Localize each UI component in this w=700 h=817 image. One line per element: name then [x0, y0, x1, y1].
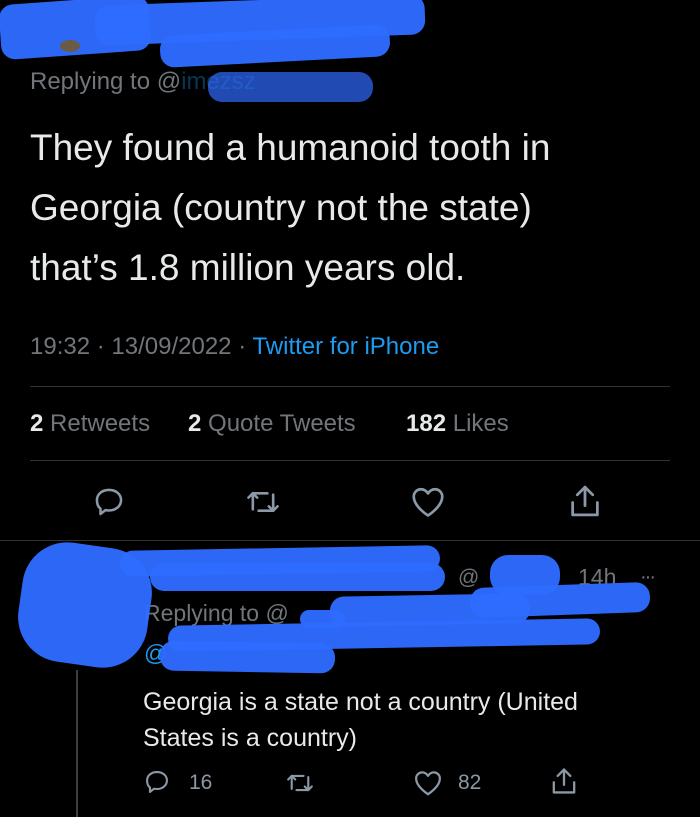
tweet-body-line: Georgia (country not the state) [30, 187, 532, 228]
redaction-scribble [300, 610, 345, 628]
retweets-label: Retweets [50, 410, 151, 437]
likes-stat[interactable]: 182 Likes [406, 410, 509, 438]
share-icon[interactable] [550, 765, 578, 797]
tweet-body: They found a humanoid tooth in Georgia (… [30, 118, 550, 298]
reply-icon[interactable] [143, 768, 171, 796]
reply-handle-at[interactable]: @ [458, 566, 479, 590]
like-icon[interactable] [410, 485, 446, 519]
meta-separator: · [96, 333, 105, 360]
tweet-time[interactable]: 19:32 [30, 333, 90, 360]
like-count: 82 [458, 771, 482, 794]
retweets-stat[interactable]: 2 Retweets [30, 410, 150, 438]
quotes-count: 2 [188, 410, 202, 437]
like-icon[interactable] [413, 769, 443, 797]
retweet-icon[interactable] [245, 486, 281, 518]
divider [0, 540, 700, 541]
likes-count: 182 [406, 410, 447, 437]
tweet-date[interactable]: 13/09/2022 [111, 333, 231, 360]
divider [30, 460, 670, 461]
reply-body-line: Georgia is a state not a country (United [143, 688, 578, 716]
retweet-icon[interactable] [285, 770, 315, 796]
avatar[interactable] [60, 40, 80, 52]
tweet-meta: 19:32 · 13/09/2022 · Twitter for iPhone [30, 333, 439, 361]
reply-body: Georgia is a state not a country (United… [143, 684, 578, 756]
tweet-source[interactable]: Twitter for iPhone [252, 333, 439, 360]
share-icon[interactable] [568, 482, 602, 520]
thread-line [76, 670, 78, 817]
meta-separator: · [238, 333, 247, 360]
redaction-scribble [150, 563, 445, 591]
redaction-scribble [208, 72, 373, 102]
reply-replying-to: Replying to @ [144, 600, 289, 626]
reply-body-line: States is a country) [143, 724, 357, 752]
reply-icon[interactable] [92, 485, 126, 519]
divider [30, 386, 670, 387]
quotes-stat[interactable]: 2 Quote Tweets [188, 410, 356, 438]
tweet-body-line: that’s 1.8 million years old. [30, 247, 466, 288]
likes-label: Likes [452, 410, 509, 437]
tweet-body-line: They found a humanoid tooth in [30, 127, 551, 168]
replying-to-prefix: Replying to @ [30, 68, 182, 95]
retweets-count: 2 [30, 410, 44, 437]
quotes-label: Quote Tweets [208, 410, 356, 437]
reply-count: 16 [189, 771, 213, 794]
redaction-scribble [159, 640, 336, 674]
